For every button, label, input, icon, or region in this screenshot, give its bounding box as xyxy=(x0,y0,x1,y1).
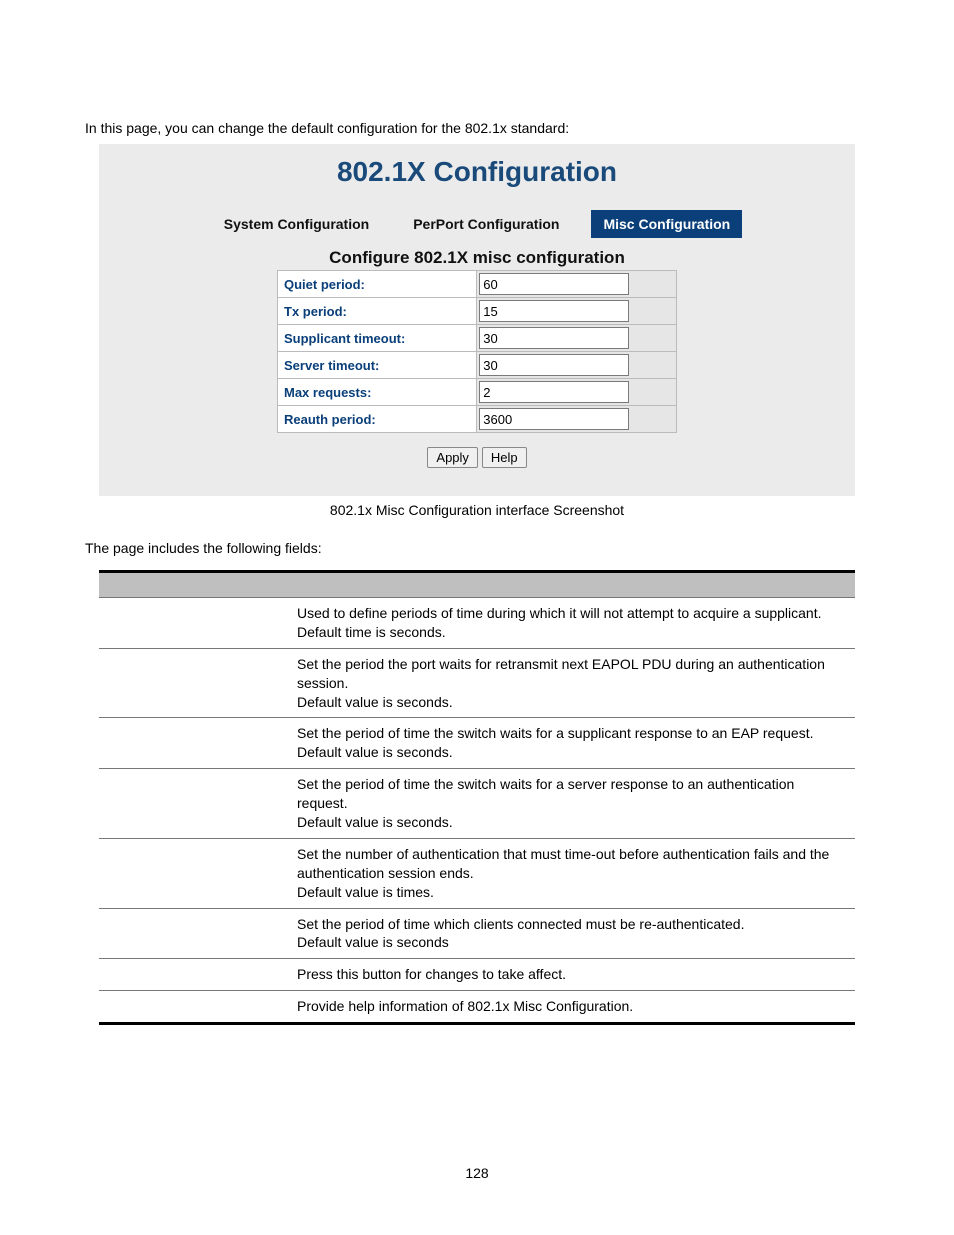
tx-period-label: Tx period: xyxy=(278,298,477,325)
desc-row-object xyxy=(99,718,289,769)
screenshot-panel: 802.1X Configuration System Configuratio… xyxy=(99,144,855,496)
desc-row-text: Set the period of time which clients con… xyxy=(289,908,855,959)
help-button[interactable]: Help xyxy=(482,447,527,468)
desc-row-object xyxy=(99,769,289,839)
desc-header-object xyxy=(99,572,289,598)
desc-row-text: Provide help information of 802.1x Misc … xyxy=(289,991,855,1024)
desc-header-description xyxy=(289,572,855,598)
fields-intro: The page includes the following fields: xyxy=(85,540,869,556)
quiet-period-input[interactable] xyxy=(479,273,629,295)
supplicant-timeout-input[interactable] xyxy=(479,327,629,349)
desc-row-text: Set the number of authentication that mu… xyxy=(289,838,855,908)
desc-row-object xyxy=(99,991,289,1024)
quiet-period-label: Quiet period: xyxy=(278,271,477,298)
tab-misc-configuration[interactable]: Misc Configuration xyxy=(591,210,742,238)
page-number: 128 xyxy=(85,1165,869,1181)
max-requests-input[interactable] xyxy=(479,381,629,403)
desc-row-object xyxy=(99,908,289,959)
supplicant-timeout-label: Supplicant timeout: xyxy=(278,325,477,352)
screenshot-caption: 802.1x Misc Configuration interface Scre… xyxy=(85,502,869,518)
tab-perport-configuration[interactable]: PerPort Configuration xyxy=(401,210,571,238)
desc-row-object xyxy=(99,648,289,718)
intro-text: In this page, you can change the default… xyxy=(85,120,869,136)
max-requests-label: Max requests: xyxy=(278,379,477,406)
button-row: Apply Help xyxy=(99,447,855,468)
reauth-period-label: Reauth period: xyxy=(278,406,477,433)
reauth-period-input[interactable] xyxy=(479,408,629,430)
server-timeout-input[interactable] xyxy=(479,354,629,376)
tab-system-configuration[interactable]: System Configuration xyxy=(212,210,381,238)
desc-row-object xyxy=(99,598,289,649)
field-description-table: Used to define periods of time during wh… xyxy=(99,570,855,1025)
desc-row-text: Set the period of time the switch waits … xyxy=(289,769,855,839)
desc-row-object xyxy=(99,838,289,908)
form-subheading: Configure 802.1X misc configuration xyxy=(99,248,855,268)
desc-row-object xyxy=(99,959,289,991)
server-timeout-label: Server timeout: xyxy=(278,352,477,379)
panel-title: 802.1X Configuration xyxy=(99,156,855,188)
tx-period-input[interactable] xyxy=(479,300,629,322)
desc-row-text: Used to define periods of time during wh… xyxy=(289,598,855,649)
apply-button[interactable]: Apply xyxy=(427,447,478,468)
tab-bar: System Configuration PerPort Configurati… xyxy=(99,210,855,238)
desc-row-text: Press this button for changes to take af… xyxy=(289,959,855,991)
desc-row-text: Set the period the port waits for retran… xyxy=(289,648,855,718)
desc-row-text: Set the period of time the switch waits … xyxy=(289,718,855,769)
config-form-table: Quiet period: Tx period: Supplicant time… xyxy=(277,270,677,433)
